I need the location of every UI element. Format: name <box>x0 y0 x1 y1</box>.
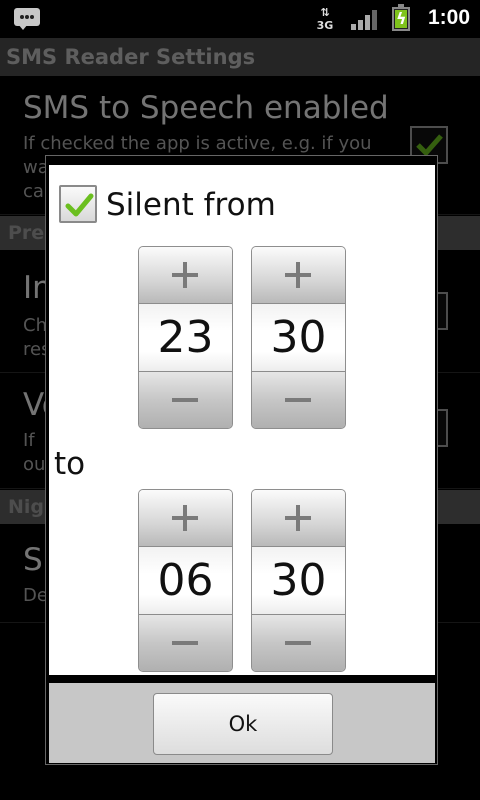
ok-button[interactable]: Ok <box>153 693 333 755</box>
to-minute-decrement-button[interactable] <box>252 614 345 671</box>
dialog-button-bar: Ok <box>49 681 435 763</box>
minus-icon <box>172 398 198 402</box>
from-minute-increment-button[interactable] <box>252 247 345 304</box>
to-hour-value[interactable]: 06 <box>139 547 232 615</box>
3g-data-icon: ⇅ 3G <box>316 6 334 32</box>
signal-strength-icon <box>351 10 377 30</box>
from-hour-increment-button[interactable] <box>139 247 232 304</box>
plus-icon <box>285 505 311 531</box>
to-minute-increment-button[interactable] <box>252 490 345 547</box>
check-icon <box>65 193 94 217</box>
minus-icon <box>172 641 198 645</box>
battery-charging-icon: ϟ <box>392 4 410 31</box>
to-hour-decrement-button[interactable] <box>139 614 232 671</box>
to-hour-increment-button[interactable] <box>139 490 232 547</box>
from-minute-decrement-button[interactable] <box>252 371 345 428</box>
dialog-content: Silent from 23 30 to 06 30 <box>49 165 435 675</box>
plus-icon <box>285 262 311 288</box>
minus-icon <box>285 641 311 645</box>
to-minute-picker: 30 <box>251 489 346 672</box>
status-bar: ⇅ 3G ϟ 1:00 <box>0 0 480 38</box>
message-notification-icon <box>14 8 40 30</box>
plus-icon <box>172 505 198 531</box>
from-minute-value[interactable]: 30 <box>252 304 345 372</box>
from-minute-picker: 30 <box>251 246 346 429</box>
clock: 1:00 <box>427 6 470 29</box>
minus-icon <box>285 398 311 402</box>
from-hour-decrement-button[interactable] <box>139 371 232 428</box>
silent-from-label: Silent from <box>106 187 276 223</box>
to-label: to <box>54 446 86 482</box>
plus-icon <box>172 262 198 288</box>
from-hour-value[interactable]: 23 <box>139 304 232 372</box>
to-minute-value[interactable]: 30 <box>252 547 345 615</box>
to-hour-picker: 06 <box>138 489 233 672</box>
silent-hours-dialog: Silent from 23 30 to 06 30 Ok <box>45 155 438 765</box>
silent-checkbox[interactable] <box>59 185 97 223</box>
from-hour-picker: 23 <box>138 246 233 429</box>
